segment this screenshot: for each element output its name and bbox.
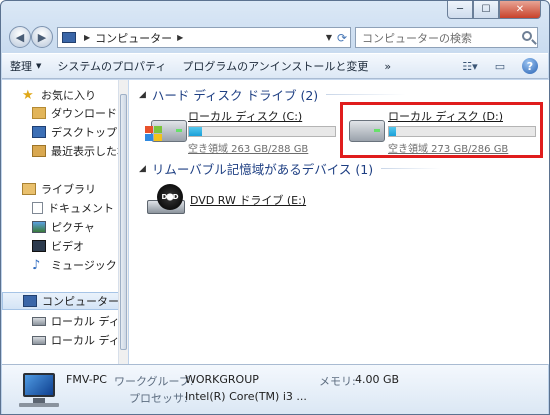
breadcrumb-computer[interactable]: コンピューター <box>95 30 172 46</box>
removable-group-label: リムーバブル記憶域があるデバイス (1) <box>151 162 374 177</box>
windows-logo-icon <box>145 126 163 142</box>
content-pane: ◢ ハード ディスク ドライブ (2) ローカル ディスク (C:) 空き領域 … <box>129 80 549 364</box>
libraries-icon <box>22 183 36 195</box>
highlight-box <box>340 102 543 158</box>
nav-documents-label: ドキュメント <box>48 202 114 215</box>
nav-music[interactable]: ♪ ミュージック <box>2 256 118 274</box>
computer-icon <box>19 373 59 407</box>
nav-documents[interactable]: ドキュメント <box>2 199 118 217</box>
nav-recent[interactable]: 最近表示した場所 <box>2 142 118 160</box>
workgroup-label: ワークグループ: <box>114 375 194 388</box>
collapse-triangle-icon[interactable]: ◢ <box>139 164 146 174</box>
nav-videos-label: ビデオ <box>51 240 84 253</box>
search-placeholder: コンピューターの検索 <box>362 31 472 45</box>
nav-local-disk-c-label: ローカル ディスク <box>51 315 119 328</box>
navigation-scrollbar[interactable] <box>119 80 128 364</box>
minimize-button[interactable]: ─ <box>447 1 473 19</box>
nav-computer[interactable]: コンピューター <box>2 292 119 310</box>
nav-recent-label: 最近表示した場所 <box>51 145 118 158</box>
nav-desktop[interactable]: デスクトップ <box>2 123 118 141</box>
search-icon[interactable] <box>522 31 532 41</box>
details-pane: FMV-PC ワークグループ: WORKGROUP メモリ: 4.00 GB プ… <box>2 364 548 414</box>
group-divider <box>381 168 442 169</box>
address-bar[interactable]: ▶ コンピューター ▶ ▼ <box>57 27 351 48</box>
uninstall-button[interactable]: プログラムのアンインストールと変更 <box>182 58 368 74</box>
group-divider <box>326 94 407 95</box>
nav-videos[interactable]: ビデオ <box>2 237 118 255</box>
drive-c-usage-bar <box>188 126 336 137</box>
hdd-group-label: ハード ディスク ドライブ (2) <box>151 88 319 103</box>
organize-button[interactable]: 整理 ▼ <box>10 58 41 74</box>
drive-e[interactable]: DVD DVD RW ドライブ (E:) <box>145 180 345 224</box>
collapse-triangle-icon[interactable]: ◢ <box>139 90 146 100</box>
breadcrumb-separator-icon[interactable]: ▶ <box>177 33 183 42</box>
drive-e-name: DVD RW ドライブ (E:) <box>190 194 307 207</box>
documents-icon <box>32 202 43 214</box>
music-note-icon: ♪ <box>32 258 41 273</box>
drive-c-usage-fill <box>189 127 202 136</box>
address-dropdown-icon[interactable]: ▼ <box>326 33 332 42</box>
drive-c[interactable]: ローカル ディスク (C:) 空き領域 263 GB/288 GB <box>145 106 345 156</box>
nav-libraries-label: ライブラリ <box>41 183 96 196</box>
drive-c-name: ローカル ディスク (C:) <box>188 110 303 123</box>
breadcrumb-separator-icon[interactable]: ▶ <box>84 33 90 42</box>
help-icon[interactable]: ? <box>522 58 538 74</box>
videos-icon <box>32 240 46 252</box>
drive-icon <box>32 316 46 326</box>
nav-local-disk-d[interactable]: ローカル ディスク <box>2 331 119 349</box>
navigation-pane: ★ お気に入り ダウンロード デスクトップ 最近表示した場所 ライブラリ ドキュ… <box>2 80 119 364</box>
processor-label: プロセッサ: <box>129 392 188 405</box>
preview-pane-icon[interactable]: ▭ <box>492 58 508 74</box>
nav-desktop-label: デスクトップ <box>51 126 117 139</box>
recent-places-icon <box>32 145 46 157</box>
processor-value: Intel(R) Core(TM) i3 ... <box>185 390 307 403</box>
nav-local-disk-c[interactable]: ローカル ディスク <box>2 312 119 330</box>
command-bar: 整理 ▼ システムのプロパティ プログラムのアンインストールと変更 » ☷▾ ▭… <box>2 53 548 79</box>
more-button[interactable]: » <box>384 60 391 73</box>
nav-local-disk-d-label: ローカル ディスク <box>51 334 119 347</box>
nav-downloads[interactable]: ダウンロード <box>2 104 118 122</box>
nav-music-label: ミュージック <box>51 259 117 272</box>
system-properties-button[interactable]: システムのプロパティ <box>57 58 166 74</box>
arrow-right-icon: ▶ <box>37 30 47 44</box>
workgroup-value: WORKGROUP <box>185 373 259 386</box>
caption-buttons: ─ ☐ ✕ <box>447 1 541 19</box>
nav-pictures[interactable]: ピクチャ <box>2 218 118 236</box>
memory-label: メモリ: <box>319 375 356 388</box>
close-button[interactable]: ✕ <box>499 1 541 19</box>
maximize-button[interactable]: ☐ <box>473 1 499 19</box>
organize-label: 整理 <box>10 60 32 73</box>
star-icon: ★ <box>22 88 34 103</box>
nav-computer-label: コンピューター <box>42 295 119 308</box>
drive-c-free-space: 空き領域 263 GB/288 GB <box>188 144 309 155</box>
back-button[interactable]: ◀ <box>9 26 31 48</box>
nav-pictures-label: ピクチャ <box>51 221 95 234</box>
view-options-icon[interactable]: ☷▾ <box>462 58 478 74</box>
removable-group-header[interactable]: ◢ リムーバブル記憶域があるデバイス (1) <box>139 159 442 178</box>
nav-favorites-label: お気に入り <box>41 89 96 102</box>
pictures-icon <box>32 221 46 233</box>
chevron-down-icon: ▼ <box>36 62 42 70</box>
system-properties-label: システムのプロパティ <box>57 60 167 73</box>
computer-icon <box>23 295 37 307</box>
pc-name: FMV-PC <box>66 373 107 386</box>
downloads-folder-icon <box>32 107 46 119</box>
desktop-icon <box>32 126 46 138</box>
nav-favorites[interactable]: ★ お気に入り <box>2 86 118 104</box>
search-input[interactable]: コンピューターの検索 <box>355 27 538 48</box>
drive-icon <box>32 335 46 345</box>
computer-icon <box>62 32 76 43</box>
explorer-window: ─ ☐ ✕ ◀ ▶ ▶ コンピューター ▶ ▼ ⟳ コンピューターの検索 整理 … <box>0 0 550 415</box>
arrow-left-icon: ◀ <box>15 30 25 44</box>
dvd-drive-icon: DVD <box>147 184 185 214</box>
memory-value: 4.00 GB <box>355 373 400 386</box>
uninstall-label: プログラムのアンインストールと変更 <box>182 60 369 73</box>
refresh-icon[interactable]: ⟳ <box>334 29 350 46</box>
nav-libraries[interactable]: ライブラリ <box>2 180 118 198</box>
nav-downloads-label: ダウンロード <box>51 107 117 120</box>
scrollbar-thumb[interactable] <box>120 94 127 350</box>
forward-button[interactable]: ▶ <box>31 26 53 48</box>
more-label: » <box>384 59 392 73</box>
